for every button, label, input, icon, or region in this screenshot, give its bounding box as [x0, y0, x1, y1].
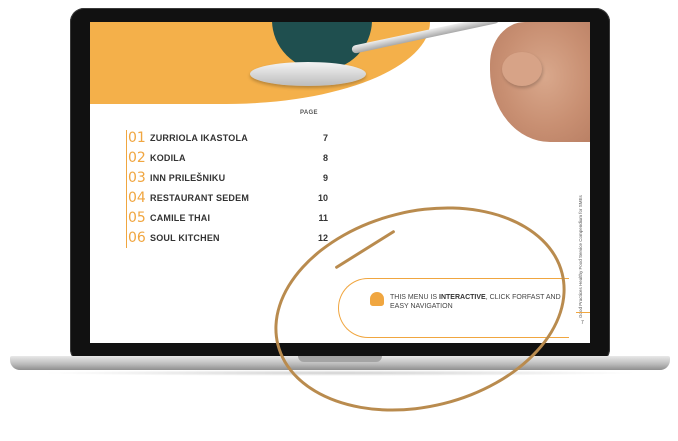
toc-item-number: 01 [128, 130, 146, 146]
hand-finger [502, 52, 542, 86]
toc-item-6[interactable]: 06 SOUL KITCHEN 12 [128, 228, 328, 248]
right-divider [576, 312, 590, 313]
toc-item-3[interactable]: 03 INN PRILEŠNIKU 9 [128, 168, 328, 188]
toc-left-rule [126, 130, 127, 248]
orange-header-blob [90, 22, 430, 104]
toc-item-title[interactable]: CAMILE THAI [150, 213, 312, 223]
toc-item-2[interactable]: 02 KODILA 8 [128, 148, 328, 168]
toc-list: 01 ZURRIOLA IKASTOLA 7 02 KODILA 8 03 IN… [128, 128, 328, 248]
toc-item-number: 04 [128, 190, 146, 206]
toc-item-title[interactable]: ZURRIOLA IKASTOLA [150, 133, 312, 143]
toc-item-title[interactable]: INN PRILEŠNIKU [150, 173, 312, 183]
toc-page-header: PAGE [300, 110, 318, 116]
toc-item-number: 02 [128, 150, 146, 166]
toc-item-page: 9 [322, 173, 328, 183]
spoon-bowl [250, 62, 366, 86]
toc-item-title[interactable]: SOUL KITCHEN [150, 233, 312, 243]
toc-item-5[interactable]: 05 CAMILE THAI 11 [128, 208, 328, 228]
toc-item-title[interactable]: RESTAURANT SEDEM [150, 193, 312, 203]
toc-item-1[interactable]: 01 ZURRIOLA IKASTOLA 7 [128, 128, 328, 148]
toc-item-title[interactable]: KODILA [150, 153, 312, 163]
toc-item-4[interactable]: 04 RESTAURANT SEDEM 10 [128, 188, 328, 208]
toc-item-number: 06 [128, 230, 146, 246]
toc-item-page: 8 [322, 153, 328, 163]
toc-item-page: 7 [322, 133, 328, 143]
hand-image [490, 22, 590, 142]
toc-item-number: 03 [128, 170, 146, 186]
toc-item-page: 12 [317, 233, 328, 243]
page-number: 7 [581, 320, 584, 326]
toc-item-page: 11 [318, 213, 328, 223]
toc-item-number: 05 [128, 210, 146, 226]
toc-item-page: 10 [317, 193, 328, 203]
